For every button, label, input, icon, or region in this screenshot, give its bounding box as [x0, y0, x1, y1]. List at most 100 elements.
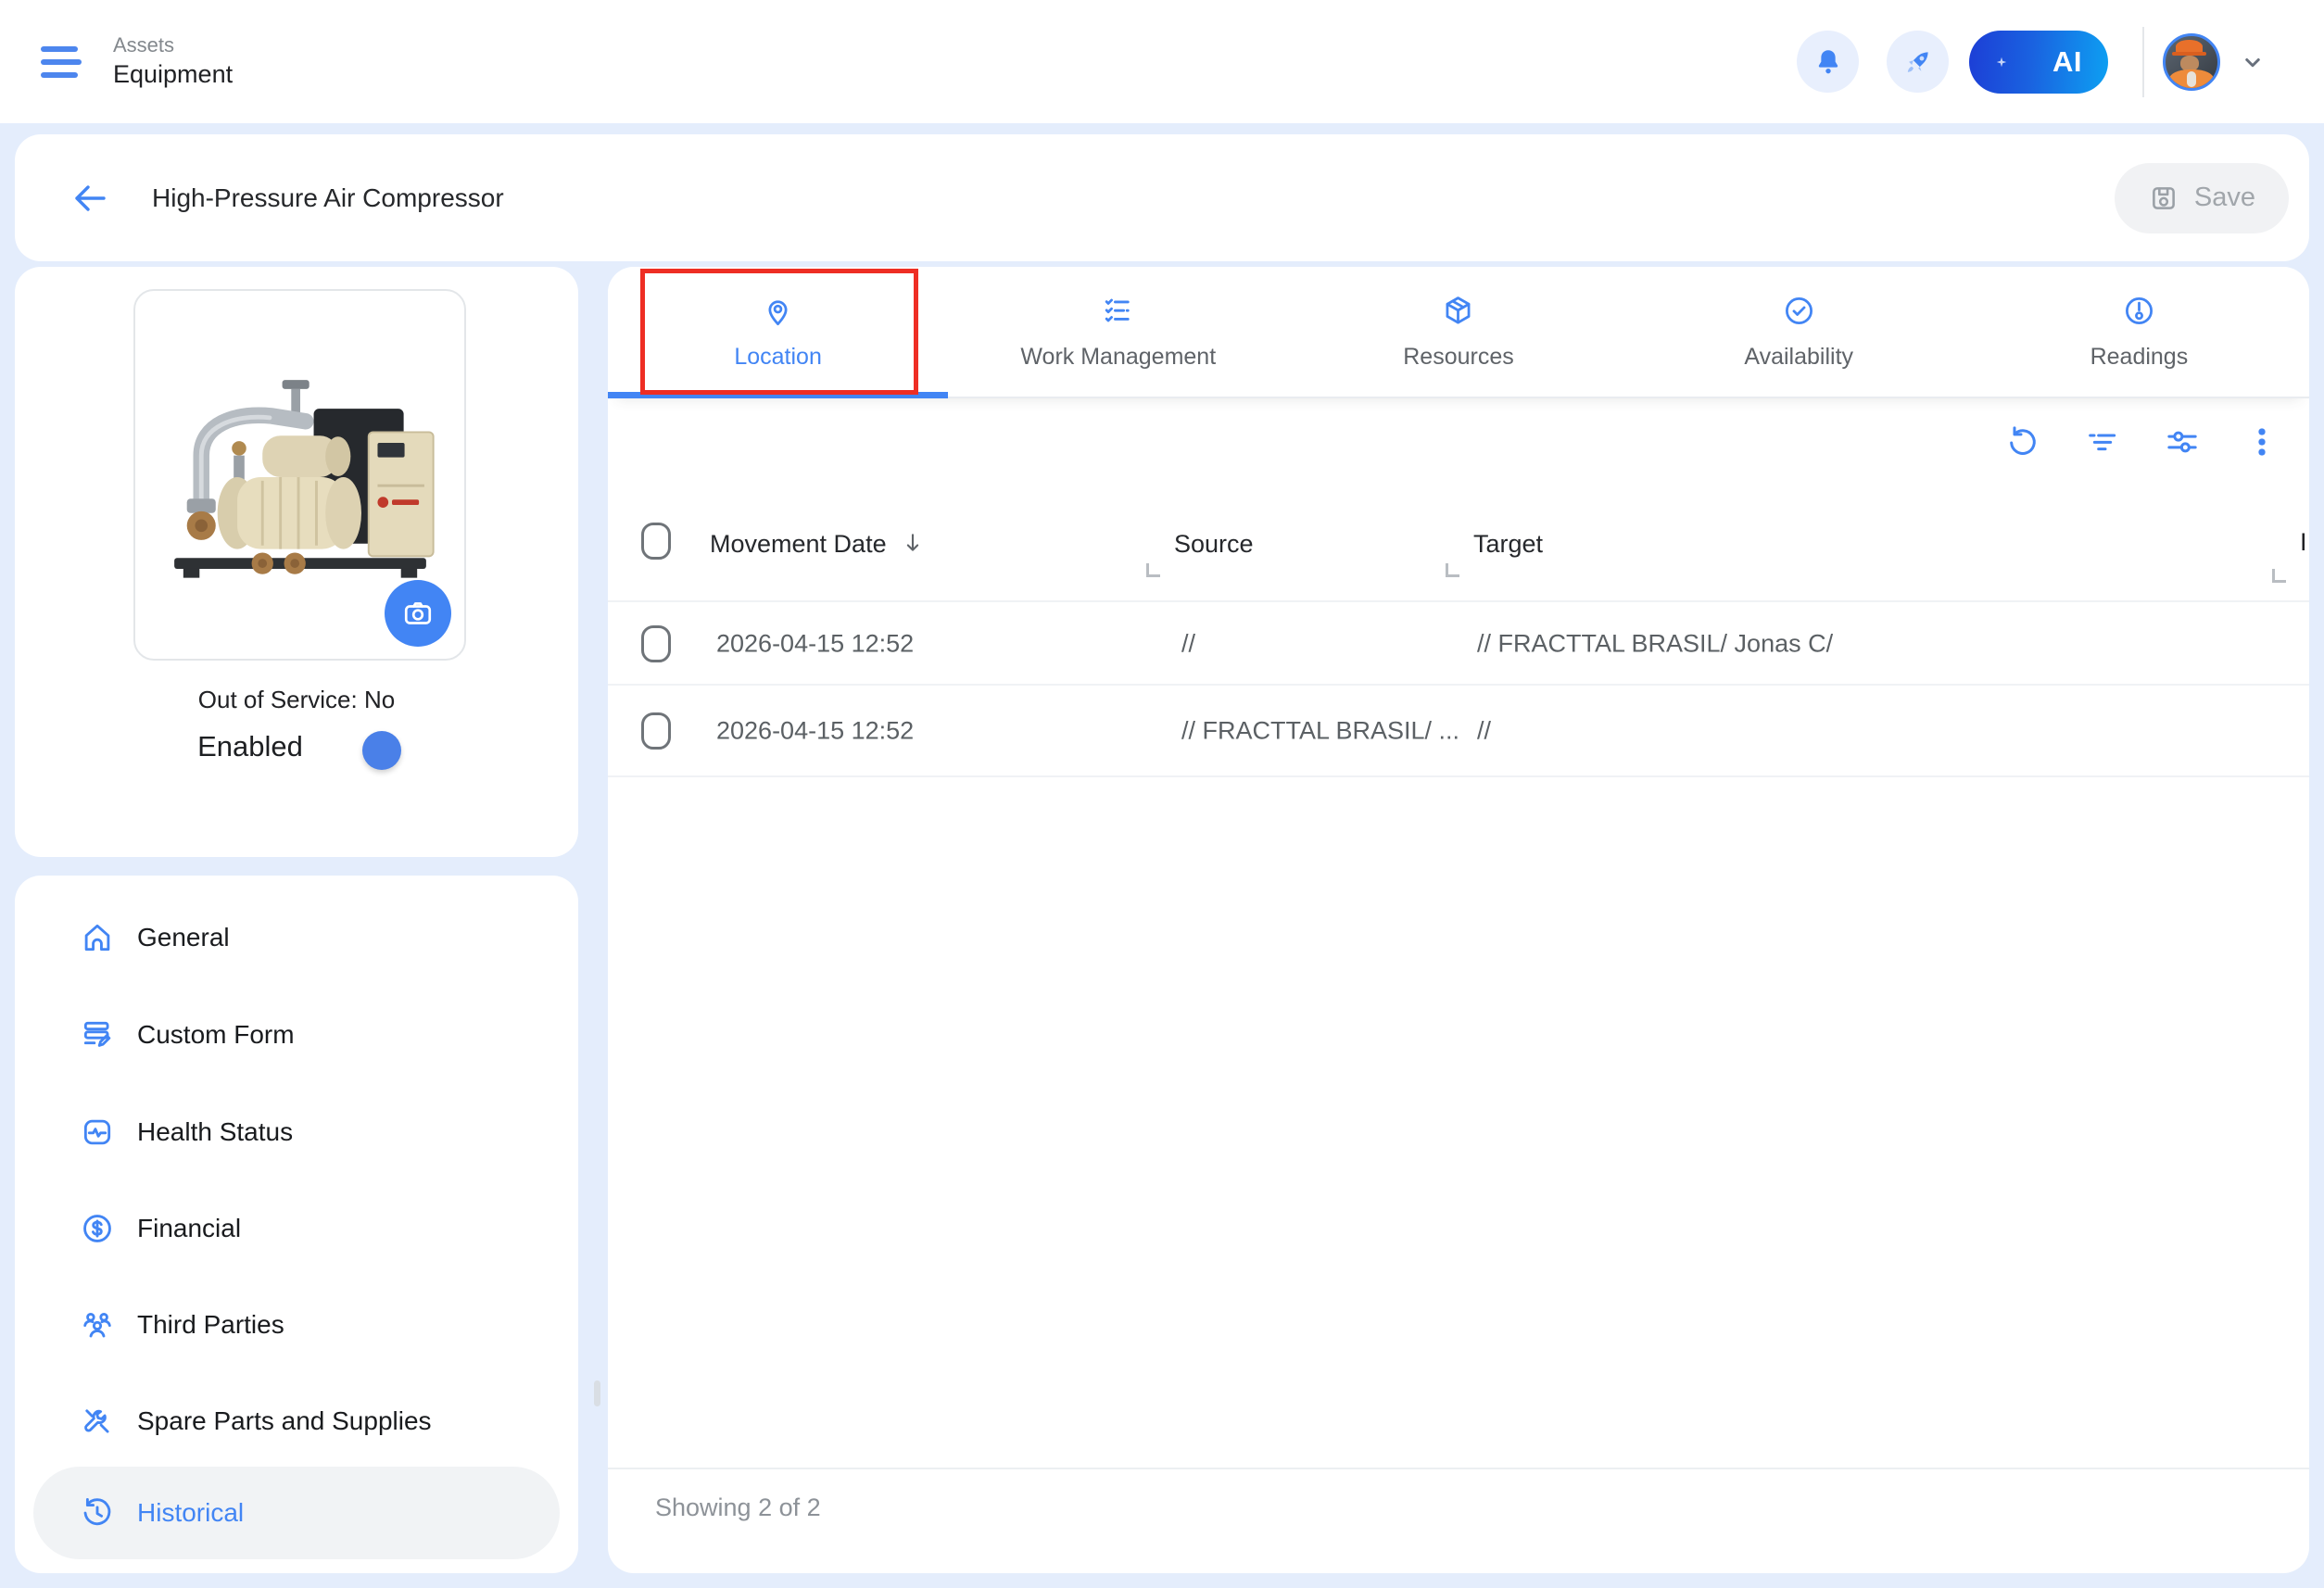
filter-icon — [2084, 423, 2121, 460]
menu-item-label: Custom Form — [137, 1020, 295, 1050]
check-circle-icon — [1782, 294, 1816, 328]
kebab-menu-icon — [2243, 423, 2280, 460]
row-checkbox[interactable] — [641, 625, 671, 662]
dollar-circle-icon — [80, 1211, 115, 1246]
active-tab-underline — [608, 392, 948, 398]
menu-item-label: Spare Parts and Supplies — [137, 1406, 432, 1436]
out-of-service-status: Out of Service: No — [15, 686, 578, 714]
back-button[interactable] — [61, 172, 113, 224]
rocket-icon — [1902, 46, 1934, 78]
avatar[interactable] — [2163, 33, 2220, 91]
breadcrumb-section: Assets — [113, 32, 233, 58]
tab-readings[interactable]: Readings — [1969, 267, 2309, 397]
refresh-icon — [2004, 423, 2041, 460]
topbar-actions: AI — [1797, 27, 2270, 97]
tab-resources[interactable]: Resources — [1288, 267, 1628, 397]
save-button[interactable]: Save — [2115, 163, 2289, 233]
breadcrumb-page: Equipment — [113, 59, 233, 91]
avatar-hardhat — [2176, 40, 2203, 54]
results-count: Showing 2 of 2 — [655, 1493, 821, 1522]
column-header-source[interactable]: Source — [1174, 530, 1254, 559]
more-options-button[interactable] — [2242, 422, 2281, 461]
tools-icon — [80, 1404, 115, 1439]
menu-button[interactable] — [35, 41, 87, 83]
tab-label: Location — [734, 344, 822, 371]
tab-label: Resources — [1403, 344, 1514, 371]
tab-location[interactable]: Location — [608, 267, 948, 397]
tab-label: Readings — [2090, 344, 2189, 371]
notifications-button[interactable] — [1797, 31, 1859, 93]
menu-item-label: Financial — [137, 1214, 241, 1243]
gauge-icon — [2122, 294, 2156, 328]
table-row[interactable]: 2026-04-15 12:52 // // FRACTTAL BRASIL/ … — [608, 600, 2309, 686]
menu-item-general[interactable]: General — [15, 909, 578, 966]
breadcrumb: Assets Equipment — [113, 32, 233, 91]
refresh-button[interactable] — [2003, 422, 2042, 461]
checklist-icon — [1101, 294, 1135, 328]
column-label: Source — [1174, 530, 1254, 559]
tab-label: Availability — [1744, 344, 1853, 371]
camera-icon — [401, 597, 435, 630]
tab-bar: Location Work Management — [608, 267, 2309, 398]
form-edit-icon — [80, 1017, 115, 1052]
health-pulse-icon — [80, 1115, 115, 1150]
column-resize-handle[interactable] — [2272, 569, 2286, 583]
menu-item-historical[interactable]: Historical — [33, 1467, 560, 1559]
menu-item-label: Historical — [137, 1498, 244, 1528]
tab-availability[interactable]: Availability — [1629, 267, 1969, 397]
enabled-label: Enabled — [197, 730, 303, 763]
column-header-movement-date[interactable]: Movement Date — [710, 530, 926, 559]
sidebar-scrollbar[interactable] — [594, 1380, 600, 1406]
menu-item-third-parties[interactable]: Third Parties — [15, 1296, 578, 1354]
ai-button-label: AI — [2052, 45, 2082, 79]
cell-target: // — [1477, 716, 1491, 745]
location-pin-icon — [761, 294, 795, 328]
asset-detail-panel: Location Work Management — [608, 267, 2309, 1573]
tab-work-management[interactable]: Work Management — [948, 267, 1288, 397]
cell-source: // FRACTTAL BRASIL/ ... — [1181, 716, 1459, 745]
cell-movement-date: 2026-04-15 12:52 — [716, 716, 914, 745]
chevron-down-icon — [2239, 48, 2267, 76]
filter-button[interactable] — [2083, 422, 2122, 461]
sparkle-icon — [1993, 54, 2010, 70]
menu-item-label: General — [137, 923, 230, 952]
screen: Assets Equipment — [0, 0, 2324, 1588]
enabled-toggle[interactable] — [329, 737, 396, 762]
ai-button[interactable]: AI — [1969, 31, 2108, 94]
menu-item-health-status[interactable]: Health Status — [15, 1103, 578, 1161]
hamburger-icon — [41, 46, 78, 52]
bell-icon — [1812, 46, 1844, 78]
table-toolbar — [2003, 422, 2281, 461]
history-icon — [80, 1495, 115, 1531]
change-photo-button[interactable] — [385, 580, 451, 647]
save-icon — [2148, 183, 2179, 214]
asset-section-menu: General Custom Form Health Status — [15, 876, 578, 1573]
select-all-checkbox[interactable] — [641, 523, 671, 560]
topbar-divider — [2142, 27, 2144, 97]
cell-source: // — [1181, 630, 1195, 659]
cell-movement-date: 2026-04-15 12:52 — [716, 630, 914, 659]
tab-label: Work Management — [1020, 344, 1216, 371]
user-menu-button[interactable] — [2235, 44, 2270, 80]
menu-item-financial[interactable]: Financial — [15, 1200, 578, 1257]
column-header-target[interactable]: Target — [1473, 530, 1543, 559]
page-header: High-Pressure Air Compressor Save — [15, 134, 2309, 261]
sort-desc-icon — [900, 530, 926, 556]
topbar: Assets Equipment — [0, 0, 2324, 123]
menu-item-spare-parts[interactable]: Spare Parts and Supplies — [15, 1393, 578, 1450]
menu-item-label: Health Status — [137, 1117, 293, 1147]
column-resize-handle[interactable] — [1446, 563, 1459, 577]
asset-summary-card: Out of Service: No Enabled — [15, 267, 578, 857]
display-settings-button[interactable] — [2163, 422, 2202, 461]
column-resize-handle[interactable] — [1146, 563, 1160, 577]
enabled-row: Enabled — [15, 730, 578, 763]
menu-item-custom-form[interactable]: Custom Form — [15, 1006, 578, 1064]
menu-item-label: Third Parties — [137, 1310, 284, 1340]
row-checkbox[interactable] — [641, 712, 671, 750]
table-row[interactable]: 2026-04-15 12:52 // FRACTTAL BRASIL/ ...… — [608, 684, 2309, 777]
cell-target: // FRACTTAL BRASIL/ Jonas C/ — [1477, 630, 1833, 659]
boost-button[interactable] — [1887, 31, 1949, 93]
footer-divider — [608, 1468, 2309, 1469]
save-button-label: Save — [2194, 183, 2255, 213]
tune-icon — [2164, 423, 2201, 460]
